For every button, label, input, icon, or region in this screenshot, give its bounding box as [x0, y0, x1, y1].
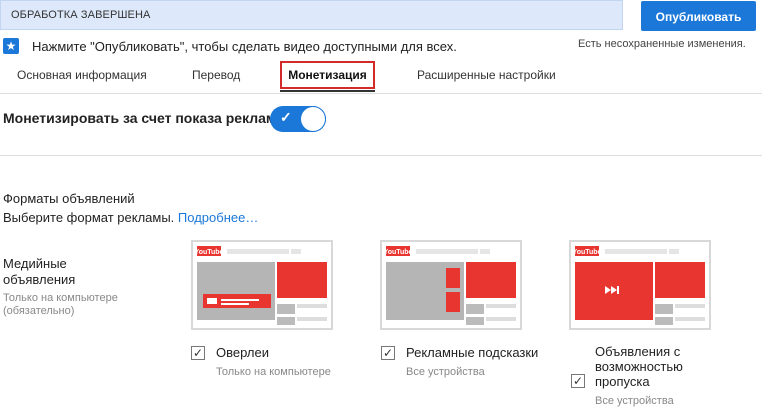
ad-formats-instruction: Выберите формат рекламы. [3, 210, 175, 225]
star-icon: ★ [3, 38, 19, 54]
sponsored-cards-preview: YouTube [380, 240, 522, 330]
sponsored-cards-label: Рекламные подсказки [406, 345, 539, 360]
sponsored-cards-availability: Все устройства [406, 366, 485, 378]
skippable-ad-preview: YouTube [569, 240, 711, 330]
sponsored-cards-illustration: YouTube [384, 246, 516, 325]
check-icon: ✓ [280, 109, 292, 125]
tabs-divider [0, 93, 762, 94]
section-divider [0, 155, 762, 156]
youtube-logo-text: YouTube [384, 249, 413, 256]
publish-notice: Нажмите "Опубликовать", чтобы сделать ви… [32, 39, 457, 54]
display-ads-label: Медийные объявления [3, 256, 76, 287]
overlays-availability: Только на компьютере [216, 366, 331, 378]
monetize-toggle[interactable]: ✓ [270, 106, 326, 132]
publish-button[interactable]: Опубликовать [641, 1, 756, 31]
overlay-ad-preview: YouTube [191, 240, 333, 330]
skippable-ad-illustration: YouTube [573, 246, 705, 325]
active-tab-indicator [280, 90, 375, 92]
monetize-label: Монетизировать за счет показа рекламы [3, 110, 289, 126]
tab-monetization[interactable]: Монетизация [280, 61, 375, 89]
check-icon: ✓ [572, 374, 584, 388]
learn-more-link[interactable]: Подробнее… [178, 210, 258, 225]
tab-translation[interactable]: Перевод [192, 68, 240, 82]
youtube-logo-text: YouTube [573, 249, 602, 256]
youtube-logo-text: YouTube [195, 249, 224, 256]
check-icon: ✓ [382, 346, 394, 360]
check-icon: ✓ [192, 346, 204, 360]
overlays-label: Оверлеи [216, 345, 269, 360]
display-ads-note: Только на компьютере (обязательно) [3, 292, 118, 317]
tab-advanced-settings[interactable]: Расширенные настройки [417, 68, 556, 82]
overlays-checkbox[interactable]: ✓ [191, 346, 205, 360]
unsaved-changes-note: Есть несохраненные изменения. [578, 38, 746, 50]
processing-status: ОБРАБОТКА ЗАВЕРШЕНА [11, 9, 151, 21]
skippable-ads-availability: Все устройства [595, 395, 674, 407]
overlay-ad-illustration: YouTube [195, 246, 327, 325]
ad-formats-title: Форматы объявлений [3, 191, 135, 206]
skippable-ads-checkbox[interactable]: ✓ [571, 374, 585, 388]
toggle-knob [301, 107, 325, 131]
tab-basic-info[interactable]: Основная информация [17, 68, 147, 82]
sponsored-cards-checkbox[interactable]: ✓ [381, 346, 395, 360]
skippable-ads-label: Объявления с возможностью пропуска [595, 344, 683, 389]
ad-formats-subtitle: Выберите формат рекламы. Подробнее… [3, 210, 258, 225]
